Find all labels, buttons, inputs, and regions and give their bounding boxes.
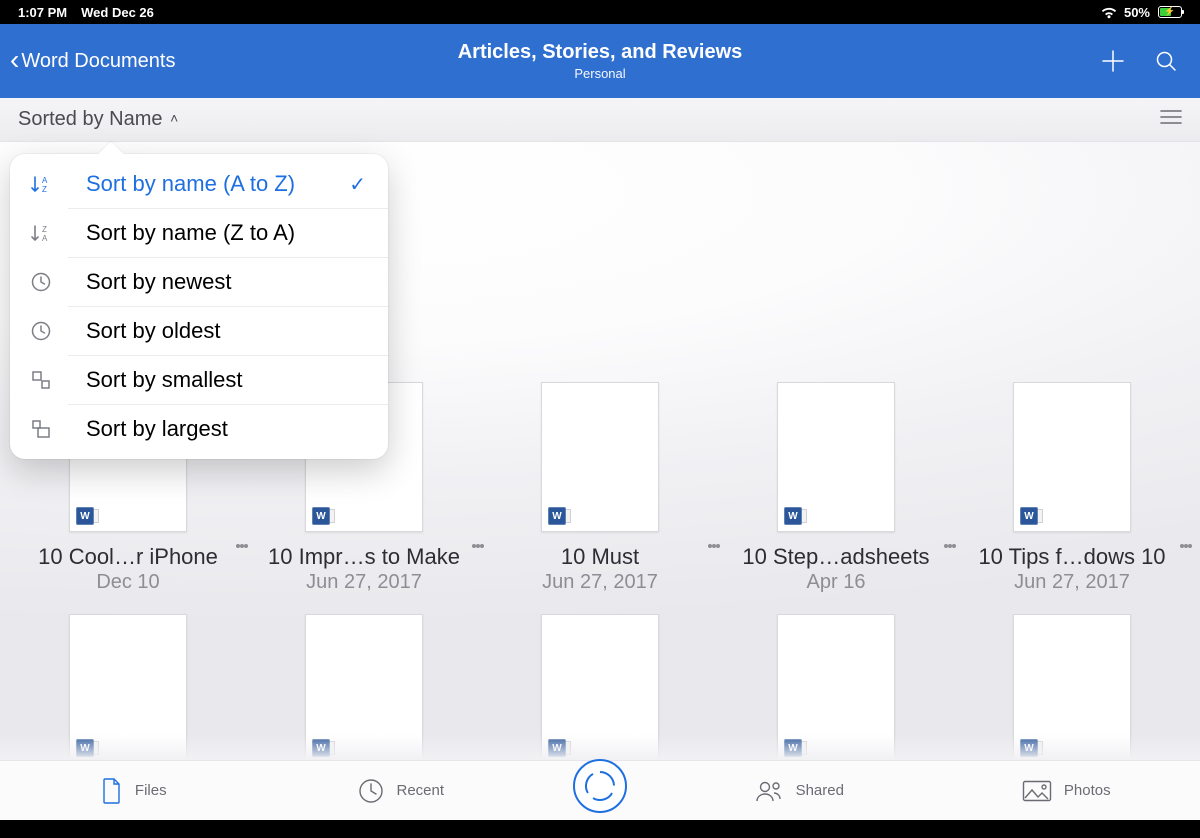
- menu-item-label: Sort by name (Z to A): [86, 220, 295, 246]
- word-file-icon: W: [784, 739, 802, 757]
- photo-icon: [1022, 780, 1052, 802]
- tab-photos[interactable]: Photos: [933, 761, 1200, 820]
- sort-bar: Sorted by Name ˄: [0, 98, 1200, 142]
- file-item[interactable]: W 10 Must Jun 27, 2017: [502, 382, 698, 594]
- home-indicator[interactable]: [520, 829, 680, 834]
- sort-option-name-asc[interactable]: AZ Sort by name (A to Z) ✓: [68, 160, 388, 209]
- file-more-button[interactable]: [472, 542, 484, 550]
- tab-label: Shared: [796, 782, 844, 799]
- word-file-icon: W: [76, 507, 94, 525]
- sort-az-icon: AZ: [28, 173, 54, 195]
- file-title: 10 Tips f…dows 10: [978, 544, 1165, 570]
- file-title: 10 Cool…r iPhone: [38, 544, 218, 570]
- tab-shared[interactable]: Shared: [665, 761, 933, 820]
- menu-item-label: Sort by oldest: [86, 318, 221, 344]
- menu-item-label: Sort by largest: [86, 416, 228, 442]
- back-button[interactable]: ‹ Word Documents: [10, 48, 175, 74]
- menu-item-label: Sort by name (A to Z): [86, 171, 295, 197]
- document-icon: [101, 778, 123, 804]
- word-file-icon: W: [76, 739, 94, 757]
- add-button[interactable]: [1100, 48, 1126, 74]
- file-more-button[interactable]: [944, 542, 956, 550]
- document-thumbnail[interactable]: W: [69, 614, 187, 760]
- word-file-icon: W: [312, 739, 330, 757]
- document-thumbnail[interactable]: W: [1013, 614, 1131, 760]
- battery-icon: ⚡: [1156, 6, 1182, 18]
- file-date: Apr 16: [807, 571, 866, 594]
- document-thumbnail[interactable]: W: [777, 614, 895, 760]
- file-more-button[interactable]: [236, 542, 248, 550]
- sort-menu-popover: AZ Sort by name (A to Z) ✓ ZA Sort by na…: [10, 154, 388, 459]
- clock-icon: [28, 320, 54, 342]
- sort-button[interactable]: Sorted by Name ˄: [18, 108, 178, 131]
- sort-za-icon: ZA: [28, 222, 54, 244]
- clock-icon: [358, 778, 384, 804]
- file-title: 10 Step…adsheets: [742, 544, 929, 570]
- checkmark-icon: ✓: [349, 172, 370, 197]
- battery-percent: 50%: [1124, 5, 1150, 20]
- bottom-tab-bar: Files Recent Shared Photos: [0, 760, 1200, 820]
- svg-text:Z: Z: [42, 225, 47, 234]
- document-thumbnail: W: [777, 382, 895, 532]
- file-date: Jun 27, 2017: [542, 571, 658, 594]
- ipad-status-bar: 1:07 PM Wed Dec 26 50% ⚡: [0, 0, 1200, 24]
- nav-header: ‹ Word Documents Articles, Stories, and …: [0, 24, 1200, 98]
- sort-option-oldest[interactable]: Sort by oldest: [68, 307, 388, 356]
- word-file-icon: W: [1020, 507, 1038, 525]
- tab-label: Recent: [396, 782, 444, 799]
- file-date: Jun 27, 2017: [1014, 571, 1130, 594]
- svg-text:A: A: [42, 176, 48, 185]
- search-button[interactable]: [1154, 49, 1178, 73]
- sort-option-largest[interactable]: Sort by largest: [68, 405, 388, 453]
- menu-item-label: Sort by newest: [86, 269, 232, 295]
- word-file-icon: W: [312, 507, 330, 525]
- file-title: 10 Impr…s to Make: [268, 544, 460, 570]
- back-label: Word Documents: [21, 50, 175, 73]
- tab-recent[interactable]: Recent: [268, 761, 536, 820]
- file-item[interactable]: W 10 Step…adsheets Apr 16: [738, 382, 934, 594]
- svg-text:Z: Z: [42, 185, 47, 194]
- tab-label: Files: [135, 782, 167, 799]
- document-thumbnail[interactable]: W: [305, 614, 423, 760]
- sort-option-newest[interactable]: Sort by newest: [68, 258, 388, 307]
- tab-lens[interactable]: [535, 761, 665, 820]
- people-icon: [754, 779, 784, 803]
- view-toggle-button[interactable]: [1160, 108, 1182, 131]
- svg-text:A: A: [42, 234, 48, 243]
- size-large-icon: [28, 418, 54, 440]
- file-date: Jun 27, 2017: [306, 571, 422, 594]
- clock-icon: [28, 271, 54, 293]
- tab-files[interactable]: Files: [0, 761, 268, 820]
- status-time: 1:07 PM: [18, 5, 67, 20]
- tab-label: Photos: [1064, 782, 1111, 799]
- word-file-icon: W: [548, 507, 566, 525]
- wifi-icon: [1100, 6, 1118, 19]
- document-thumbnail: W: [541, 382, 659, 532]
- file-grid-row-2: W W W W W: [0, 594, 1200, 760]
- page-title: Articles, Stories, and Reviews: [458, 41, 743, 64]
- chevron-up-icon: ˄: [170, 110, 178, 126]
- sort-label-text: Sorted by Name: [18, 108, 163, 130]
- menu-item-label: Sort by smallest: [86, 367, 243, 393]
- size-small-icon: [28, 369, 54, 391]
- chevron-left-icon: ‹: [10, 46, 19, 74]
- word-file-icon: W: [784, 507, 802, 525]
- page-subtitle: Personal: [458, 66, 743, 81]
- sort-option-name-desc[interactable]: ZA Sort by name (Z to A): [68, 209, 388, 258]
- file-date: Dec 10: [96, 571, 159, 594]
- sort-option-smallest[interactable]: Sort by smallest: [68, 356, 388, 405]
- file-title: 10 Must: [561, 544, 639, 570]
- document-thumbnail: W: [1013, 382, 1131, 532]
- status-date: Wed Dec 26: [81, 5, 154, 20]
- file-more-button[interactable]: [708, 542, 720, 550]
- file-more-button[interactable]: [1180, 542, 1192, 550]
- word-file-icon: W: [548, 739, 566, 757]
- word-file-icon: W: [1020, 739, 1038, 757]
- file-item[interactable]: W 10 Tips f…dows 10 Jun 27, 2017: [974, 382, 1170, 594]
- document-thumbnail[interactable]: W: [541, 614, 659, 760]
- office-lens-icon: [573, 759, 627, 813]
